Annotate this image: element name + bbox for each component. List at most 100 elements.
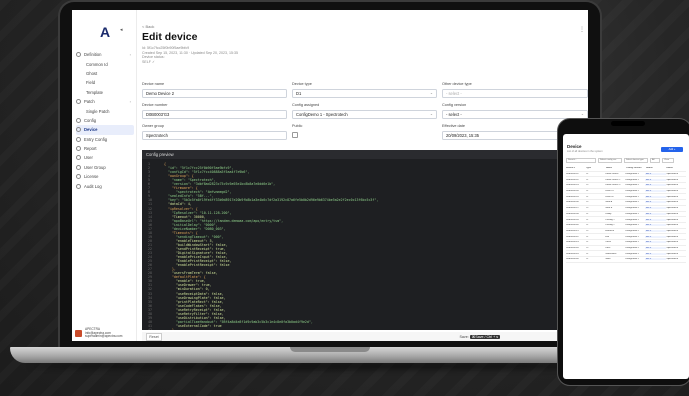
table-cell: Office (605, 241, 612, 244)
public-checkbox[interactable] (292, 132, 298, 138)
table-cell: ConfigDemo 1 (625, 173, 639, 176)
sidebar-item-definition[interactable]: Definition › (76, 50, 134, 59)
table-cell: Spectrotech (666, 235, 679, 238)
table-cell: ConfigDemo 1 (625, 252, 639, 255)
table-cell: SELF (644, 258, 667, 261)
device-type-select[interactable]: D1 ⌄ (292, 89, 437, 98)
table-cell: ConfigDemo 1 (625, 190, 639, 193)
table-cell: D0B0003021 (566, 229, 579, 232)
sidebar-item-label: Entry Config (84, 136, 108, 142)
app-logo[interactable]: A (100, 24, 110, 40)
table-cell: ConfigDemo 2 (625, 201, 639, 204)
table-cell: ConfigDemo 2 (625, 246, 639, 249)
config-assigned-select[interactable]: ConfigDemo 1 - Spectrotech ⌄ (292, 110, 437, 119)
table-cell: D1 (585, 195, 589, 198)
config-version-select[interactable]: - select - ⌄ (442, 110, 588, 119)
sidebar-item-label: Field (86, 80, 96, 86)
patch-icon (76, 99, 81, 105)
table-cell: Warehouse (605, 252, 617, 255)
sidebar-item-single-patch[interactable]: Single Patch (76, 106, 134, 115)
sidebar-item-entry-config[interactable]: Entry Config (76, 135, 134, 144)
user-profile[interactable]: APECTRA info@apectra.com superadmin@apec… (75, 327, 135, 339)
phone-all-filter[interactable]: All (650, 158, 660, 163)
phone-config-filter[interactable]: Select config ver. (598, 158, 622, 163)
config-version-label: Config version (442, 103, 467, 107)
table-cell: D1 (585, 252, 589, 255)
table-cell: Parking 2 (605, 224, 615, 227)
table-cell: Spectrotech (666, 246, 679, 249)
group-icon (76, 164, 81, 170)
sidebar-item-report[interactable]: Report (76, 144, 134, 153)
more-icon[interactable]: ⋮ (579, 26, 585, 33)
table-cell: ConfigDemo 2 (625, 207, 639, 210)
collapse-icon[interactable]: ◂ (120, 27, 123, 33)
laptop-notch (290, 347, 370, 352)
table-row[interactable]: D0B0003026 D1 Store ConfigDemo 1 SELF Spectro… (566, 257, 686, 263)
sidebar-item-user-group[interactable]: User Group (76, 163, 134, 172)
table-cell: Spectrotech (666, 252, 679, 255)
sidebar-item-label: License (84, 174, 99, 180)
table-cell: ConfigDemo 1 (625, 195, 639, 198)
sidebar-item-ghost[interactable]: Ghost (76, 69, 134, 78)
sidebar-item-device[interactable]: Device (76, 125, 134, 135)
table-cell: D0B0003023 (566, 241, 579, 244)
sidebar-item-audit-log[interactable]: Audit Log (76, 181, 134, 190)
code-lines: 1{2 "id": "5f1c7fcc25f0b90f5ae9bfc9", 3 "… (148, 162, 378, 330)
sidebar-item-label: User (84, 155, 93, 161)
table-cell: ConfigDemo 2 (625, 229, 639, 232)
table-cell: Lobby (605, 212, 612, 215)
device-number-label: Device number (142, 103, 168, 107)
column-header[interactable]: Device # (566, 167, 586, 169)
table-cell: SELF (644, 195, 667, 198)
table-cell: Gate A (605, 201, 613, 204)
table-cell: Parking 1 (605, 218, 615, 221)
entry-icon (76, 136, 81, 142)
table-cell: SELF (644, 235, 667, 238)
table-cell: SELF (644, 201, 667, 204)
sidebar-item-label: Patch (84, 99, 95, 105)
user-info: APECTRA info@apectra.com superadmin@apec… (85, 327, 122, 339)
laptop-shadow (30, 362, 630, 370)
table-cell: Dock (605, 246, 611, 249)
phone-type-filter[interactable]: Select device type (624, 158, 648, 163)
phone-search-input[interactable]: Search... (566, 158, 596, 163)
table-cell: Demo Device 3 (605, 184, 621, 187)
footer-bar: Reset Save: ⌘Save / Ctrl + s (142, 332, 588, 341)
sidebar-item-license[interactable]: License (76, 172, 134, 181)
phone-clear-button[interactable]: Clear (662, 158, 674, 163)
table-cell: Entrance (605, 229, 615, 232)
add-device-button[interactable]: Add + (661, 147, 683, 152)
config-icon (76, 117, 81, 123)
table-cell: D0B0003013 (566, 184, 579, 187)
table-cell: Gate B (605, 207, 613, 210)
other-device-type-select[interactable]: - select - (442, 89, 588, 98)
sidebar-item-template[interactable]: Template (76, 88, 134, 97)
table-cell: SELF (644, 218, 667, 221)
column-header[interactable]: Owner (666, 167, 686, 169)
save-shortcut[interactable]: ⌘Save / Ctrl + s (469, 334, 500, 339)
config-assigned-value: ConfigDemo 1 - Spectrotech (296, 111, 348, 117)
effective-date-label: Effective date (442, 124, 465, 128)
sidebar-item-user[interactable]: User (76, 153, 134, 162)
sidebar-item-patch[interactable]: Patch › (76, 97, 134, 106)
table-cell: SELF (644, 252, 667, 255)
back-link[interactable]: < Back (142, 24, 154, 29)
column-header[interactable]: Type (586, 167, 606, 169)
column-header[interactable]: Name (606, 167, 626, 169)
phone-device-table: Device # Type Name Config Version Status Owne… (566, 166, 686, 263)
sidebar-item-config[interactable]: Config (76, 116, 134, 125)
device-name-field[interactable]: Demo Device 2 (142, 89, 287, 98)
column-header[interactable]: Status (646, 167, 666, 169)
other-device-type-placeholder: - select - (446, 90, 462, 96)
sidebar-item-field[interactable]: Field (76, 78, 134, 87)
owner-group-field[interactable]: Spectrotech (142, 131, 287, 140)
sidebar-item-common-id[interactable]: Common Id (76, 59, 134, 68)
device-number-field[interactable]: D0B0003'G3 (142, 110, 287, 119)
table-cell: Exit (605, 235, 609, 238)
reset-button[interactable]: Reset (146, 332, 162, 341)
table-cell: D0B0003015 (566, 195, 579, 198)
sidebar-item-label: Single Patch (86, 108, 110, 114)
column-header[interactable]: Config Version (626, 167, 646, 169)
table-cell: ConfigDemo 1 (625, 178, 639, 181)
table-cell: D2 (585, 184, 589, 187)
